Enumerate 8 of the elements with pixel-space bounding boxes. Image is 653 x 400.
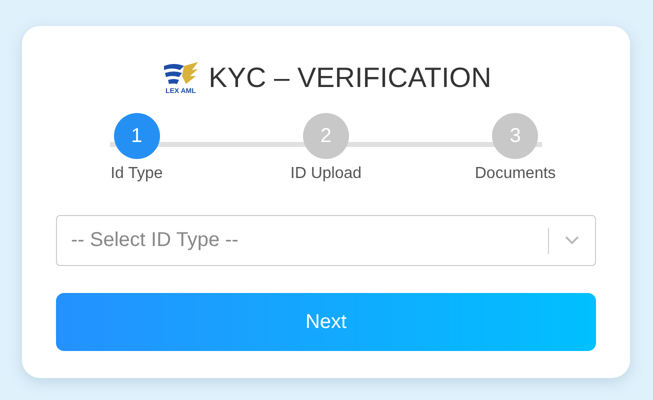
chevron-down-icon <box>565 236 579 245</box>
id-type-select[interactable]: -- Select ID Type -- <box>56 215 596 266</box>
next-button[interactable]: Next <box>56 293 596 351</box>
step-label: Documents <box>474 165 556 183</box>
step-label: ID Upload <box>290 165 362 183</box>
step-circle[interactable]: 1 <box>114 113 160 159</box>
page-title: KYC – VERIFICATION <box>208 62 492 94</box>
step-label: Id Type <box>110 165 163 183</box>
